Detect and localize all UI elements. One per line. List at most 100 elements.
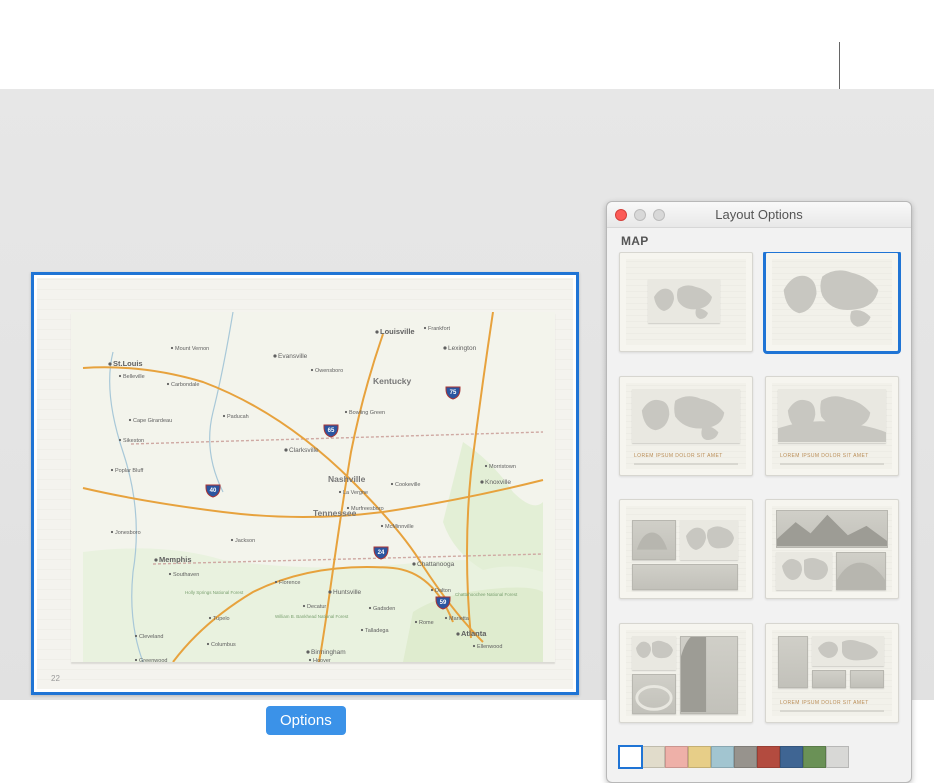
map-city-label: Belleville [123,374,145,380]
color-swatch[interactable] [757,746,780,768]
color-swatch[interactable] [734,746,757,768]
layout-map-with-caption-right[interactable]: LOREM IPSUM DOLOR SIT AMET [765,376,899,476]
color-swatch[interactable] [780,746,803,768]
photo-placeholder-icon [632,564,738,590]
layout-options-popover: Layout Options MAP [606,201,912,783]
layout-map-full-bleed[interactable] [765,252,899,352]
layout-caption: LOREM IPSUM DOLOR SIT AMET [634,453,723,459]
layout-map-with-caption-left[interactable]: LOREM IPSUM DOLOR SIT AMET [619,376,753,476]
map-city-label: Huntsville [333,589,362,596]
layout-thumbnail-grid: LOREM IPSUM DOLOR SIT AMET LOREM IPSUM D… [607,252,911,736]
world-map-icon [680,520,738,560]
map-city-label: Carbondale [171,382,199,388]
map-city-label: Birmingham [311,649,346,656]
layout-map-two-photo[interactable] [619,499,753,599]
map-city-label: Clarksville [289,447,319,454]
photo-placeholder-icon [776,510,888,548]
map-city-label: Marietta [449,616,470,622]
map-city-label: Paducah [227,414,249,420]
page-number: 22 [51,674,60,683]
svg-text:75: 75 [450,390,457,396]
color-swatch[interactable] [642,746,665,768]
map-city-label: Jackson [235,538,255,544]
svg-text:40: 40 [210,488,217,494]
map-city-label: Hoover [313,658,331,662]
map-city-label: Mount Vernon [175,346,209,352]
color-swatch[interactable] [826,746,849,768]
map-area[interactable]: 75 24 59 65 40 St.LouisBellevilleMount V… [71,312,555,662]
photo-placeholder-icon [836,552,886,590]
map-city-label: Chattanooga [417,561,455,568]
popover-titlebar: Layout Options [607,202,911,228]
map-city-label: Cape Girardeau [133,418,172,424]
map-city-label: Columbus [211,642,236,648]
world-map-icon [632,636,676,670]
color-swatch[interactable] [711,746,734,768]
minimize-icon [634,209,646,221]
photo-placeholder-icon [680,636,738,714]
world-map-icon [776,552,832,590]
color-swatch[interactable] [688,746,711,768]
color-swatch[interactable] [665,746,688,768]
window-traffic-lights [615,209,665,221]
map-city-label: Sikeston [123,438,144,444]
map-city-label: Knoxville [485,479,511,486]
map-city-label: Decatur [307,604,326,610]
photo-placeholder-icon [632,520,676,560]
map-svg: 75 24 59 65 40 St.LouisBellevilleMount V… [71,312,555,662]
map-city-label: La Vergne [343,490,368,496]
photo-placeholder-icon [812,670,846,688]
section-label-map: MAP [607,228,911,252]
layout-map-photo-collage-caption[interactable]: LOREM IPSUM DOLOR SIT AMET [765,623,899,723]
world-map-icon [648,279,720,323]
layout-map-small-centered[interactable] [619,252,753,352]
map-city-label: Rome [419,620,434,626]
map-city-label: McMinnville [385,524,414,530]
photo-placeholder-icon [778,636,808,688]
options-button[interactable]: Options [266,706,346,735]
map-city-label: Jonesboro [115,530,141,536]
svg-text:59: 59 [440,600,447,606]
world-map-icon [632,389,740,443]
map-city-label: Dalton [435,588,451,594]
map-city-label: Owensboro [315,368,343,374]
map-city-label: Atlanta [461,629,487,638]
map-city-label: Chattahoochee National Forest [455,592,518,597]
map-city-label: Ellenwood [477,644,502,650]
map-city-label: Tennessee [313,508,357,518]
map-city-label: Talladega [365,628,389,634]
map-city-label: Lexington [448,345,477,352]
map-city-label: Poplar Bluff [115,468,144,474]
layout-caption: LOREM IPSUM DOLOR SIT AMET [780,700,869,706]
map-city-label: Frankfort [428,326,450,332]
layout-map-landscape-photo[interactable] [765,499,899,599]
layout-map-photo-collage[interactable] [619,623,753,723]
map-city-label: St.Louis [113,359,143,368]
map-city-label: Bowling Green [349,410,385,416]
color-swatch[interactable] [619,746,642,768]
photo-placeholder-icon [850,670,884,688]
editor-stage: 75 24 59 65 40 St.LouisBellevilleMount V… [0,89,934,700]
map-city-label: Evansville [278,353,308,360]
map-city-label: Holly Springs National Forest [185,590,244,595]
map-city-label: Cleveland [139,634,163,640]
map-city-label: Tupelo [213,616,230,622]
book-page-preview[interactable]: 75 24 59 65 40 St.LouisBellevilleMount V… [31,272,579,695]
map-city-label: Morristown [489,464,516,470]
map-city-label: Louisville [380,327,415,336]
color-swatch-row [607,736,911,782]
page-body: 75 24 59 65 40 St.LouisBellevilleMount V… [37,278,573,689]
color-swatch[interactable] [803,746,826,768]
map-city-label: Gadsden [373,606,395,612]
map-city-label: William B. Bankhead National Forest [275,614,349,619]
map-city-label: Cookeville [395,482,420,488]
world-map-icon [778,389,886,443]
zoom-icon [653,209,665,221]
map-city-label: Kentucky [373,376,412,386]
map-city-label: Greenwood [139,658,167,662]
svg-text:24: 24 [378,550,385,556]
world-map-icon [774,261,890,343]
close-icon[interactable] [615,209,627,221]
options-button-label: Options [280,712,332,729]
map-city-label: Memphis [159,555,192,564]
